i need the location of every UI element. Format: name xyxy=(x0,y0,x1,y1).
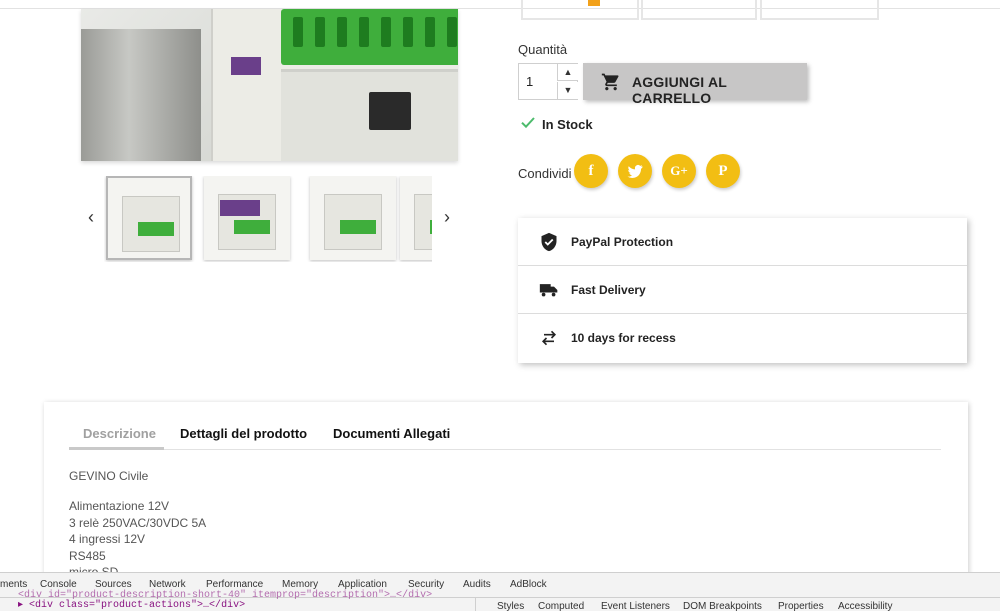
devtools-tab-adblock[interactable]: AdBlock xyxy=(510,579,547,590)
devtools-subtab-computed[interactable]: Computed xyxy=(538,601,584,611)
pinterest-icon: P xyxy=(718,163,728,179)
devtools-subtab-properties[interactable]: Properties xyxy=(778,601,824,611)
expand-triangle-icon[interactable]: ▸ xyxy=(18,600,29,611)
product-main-image[interactable] xyxy=(81,9,458,161)
devtools-tab-network[interactable]: Network xyxy=(149,579,186,590)
facebook-share-button[interactable]: f xyxy=(574,154,608,188)
facebook-icon: f xyxy=(588,163,594,179)
reassurance-item-paypal: PayPal Protection xyxy=(518,218,967,266)
shopping-cart-icon xyxy=(601,73,619,91)
tab-attached-documents[interactable]: Documenti Allegati xyxy=(333,426,450,441)
shield-check-icon xyxy=(541,232,557,252)
thumbnail[interactable] xyxy=(204,176,290,260)
terminal-block xyxy=(281,9,458,65)
tab-description[interactable]: Descrizione xyxy=(83,426,156,441)
devtools-tab-application[interactable]: Application xyxy=(338,579,387,590)
variant-box[interactable] xyxy=(641,0,757,20)
devtools-panel: ments Console Sources Network Performanc… xyxy=(0,572,1000,611)
quantity-increase-button[interactable]: ▲ xyxy=(557,64,578,81)
twitter-share-button[interactable] xyxy=(618,154,652,188)
din-rail xyxy=(81,29,201,161)
description-line: Alimentazione 12V xyxy=(69,499,170,513)
devtools-subtab-accessibility[interactable]: Accessibility xyxy=(838,601,892,611)
dom-node-text: <div class="product-actions">…</div> xyxy=(29,600,246,611)
reassurance-item-recess: 10 days for recess xyxy=(518,314,967,362)
quantity-label: Quantità xyxy=(518,42,568,57)
tab-product-details[interactable]: Dettagli del prodotto xyxy=(180,426,307,441)
tabs-divider xyxy=(69,449,941,450)
google-plus-icon: G+ xyxy=(670,163,688,178)
google-plus-share-button[interactable]: G+ xyxy=(662,154,696,188)
devtools-pane-splitter[interactable] xyxy=(475,597,476,611)
thumbnail[interactable] xyxy=(106,176,192,260)
thumbnail[interactable] xyxy=(310,176,396,260)
thumbnail-next-arrow[interactable]: › xyxy=(438,206,456,228)
devtools-tab-performance[interactable]: Performance xyxy=(206,579,263,590)
exchange-arrows-icon xyxy=(541,330,557,346)
module-foot xyxy=(281,69,458,161)
product-tabs-panel: Descrizione Dettagli del prodotto Docume… xyxy=(44,402,968,577)
devtools-tab-elements[interactable]: ments xyxy=(0,579,27,590)
thumbnail-strip xyxy=(104,176,432,262)
quantity-stepper: ▲ ▼ xyxy=(518,63,578,100)
quantity-input[interactable] xyxy=(519,64,556,99)
dom-node-line[interactable]: ▸ <div class="product-actions">…</div> xyxy=(18,599,245,611)
reassurance-label: Fast Delivery xyxy=(571,283,646,297)
devtools-tab-audits[interactable]: Audits xyxy=(463,579,491,590)
circuit-board xyxy=(231,57,261,75)
checkmark-icon xyxy=(521,117,535,129)
reassurance-block: PayPal Protection Fast Delivery 10 days … xyxy=(518,218,967,363)
add-to-cart-label: AGGIUNGI AL CARRELLO xyxy=(632,74,727,106)
devtools-subtab-dom-breakpoints[interactable]: DOM Breakpoints xyxy=(683,601,762,611)
active-tab-indicator xyxy=(69,447,164,450)
share-label: Condividi xyxy=(518,166,572,181)
reassurance-label: 10 days for recess xyxy=(571,331,676,345)
twitter-icon xyxy=(627,164,643,178)
pinterest-share-button[interactable]: P xyxy=(706,154,740,188)
thumbnail-prev-arrow[interactable]: ‹ xyxy=(82,206,100,228)
variant-box[interactable] xyxy=(521,0,639,20)
description-line: RS485 xyxy=(69,549,106,563)
quantity-decrease-button[interactable]: ▼ xyxy=(557,82,578,99)
description-title: GEVINO Civile xyxy=(69,469,149,483)
highlight-marker xyxy=(588,0,600,6)
devtools-tab-sources[interactable]: Sources xyxy=(95,579,132,590)
add-to-cart-button[interactable]: AGGIUNGI AL CARRELLO xyxy=(583,63,807,106)
reassurance-item-delivery: Fast Delivery xyxy=(518,266,967,314)
devtools-tab-security[interactable]: Security xyxy=(408,579,444,590)
description-line: 3 relè 250VAC/30VDC 5A xyxy=(69,516,207,530)
thumbnail[interactable] xyxy=(400,176,432,260)
devtools-tab-memory[interactable]: Memory xyxy=(282,579,318,590)
description-line: 4 ingressi 12V xyxy=(69,532,146,546)
devtools-subtab-styles[interactable]: Styles xyxy=(497,601,524,611)
devtools-tab-console[interactable]: Console xyxy=(40,579,77,590)
stock-status: In Stock xyxy=(542,117,593,132)
variant-box[interactable] xyxy=(760,0,879,20)
truck-icon xyxy=(539,284,558,297)
devtools-subtab-event-listeners[interactable]: Event Listeners xyxy=(601,601,670,611)
connector-port xyxy=(369,92,411,130)
reassurance-label: PayPal Protection xyxy=(571,235,674,249)
